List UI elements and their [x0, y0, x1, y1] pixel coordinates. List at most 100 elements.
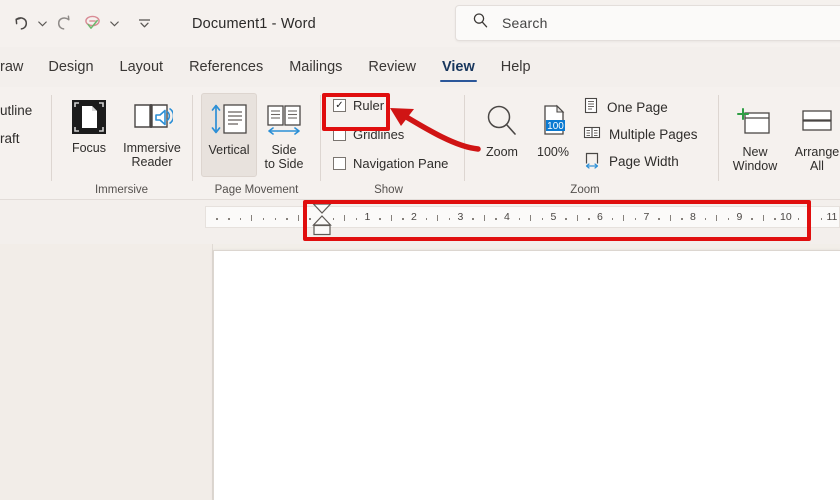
- search-icon: [472, 12, 489, 34]
- side-to-side-label-line1: Side: [271, 143, 297, 157]
- ruler-tick-minor: [402, 218, 404, 220]
- group-divider: [51, 95, 52, 181]
- tab-draw[interactable]: raw: [0, 47, 35, 87]
- zoom-100-percent-button[interactable]: 100 100%: [526, 99, 580, 159]
- group-label-immersive: Immersive: [94, 184, 149, 196]
- side-to-side-icon: [262, 97, 306, 139]
- ruler-tick-minor: [751, 218, 753, 220]
- customize-quick-access-toolbar-icon[interactable]: [130, 9, 158, 39]
- immersive-reader-label-line1: Immersive: [123, 141, 181, 155]
- ribbon-item-draft[interactable]: raft: [0, 131, 20, 146]
- tab-mailings[interactable]: Mailings: [276, 47, 355, 87]
- ribbon-group-immersive: Focus Immersive Reader Immersive: [56, 87, 187, 200]
- arrange-all-label-line2: All: [810, 159, 824, 173]
- ruler-tick-major: [297, 215, 299, 221]
- vertical-button[interactable]: Vertical: [201, 97, 257, 157]
- left-margin-pane: [0, 244, 213, 500]
- ribbon-group-window: New Window Arrange All: [724, 87, 840, 200]
- navigation-pane-checkbox[interactable]: [333, 157, 346, 170]
- left-indent-marker: [313, 224, 331, 236]
- ruler-tick-major: [809, 215, 811, 221]
- zoom-100-percent-icon: 100: [534, 99, 572, 141]
- side-to-side-label-line2: to Side: [264, 157, 304, 171]
- tab-layout[interactable]: Layout: [107, 47, 177, 87]
- first-line-indent-marker: [312, 203, 332, 214]
- tab-references[interactable]: References: [176, 47, 276, 87]
- vertical-page-movement-icon: [208, 97, 250, 139]
- ruler-tick-major: [530, 215, 532, 221]
- ribbon-tabs: raw Design Layout References Mailings Re…: [0, 47, 840, 87]
- ruler-tick-major: [623, 215, 625, 221]
- undo-dropdown-caret-icon[interactable]: [34, 9, 50, 39]
- ruler-tick-minor: [565, 218, 567, 220]
- group-divider: [320, 95, 321, 181]
- immersive-reader-icon: [131, 95, 173, 137]
- ruler-tick-major: [344, 215, 346, 221]
- undo-icon[interactable]: [6, 9, 34, 39]
- side-to-side-button[interactable]: Side to Side: [256, 97, 312, 171]
- one-page-icon: [583, 97, 599, 117]
- ruler-tick-minor: [448, 218, 451, 220]
- ruler-number: 9: [736, 211, 743, 223]
- indent-markers[interactable]: [310, 201, 340, 241]
- new-window-label-line1: New: [742, 145, 768, 159]
- ruler-number: 1: [364, 211, 371, 223]
- ruler-tick-minor: [216, 218, 218, 220]
- ruler-tick-minor: [425, 218, 428, 220]
- new-window-label-line2: Window: [732, 159, 778, 173]
- ruler-number: 10: [780, 211, 792, 223]
- search-box[interactable]: Search: [455, 5, 840, 41]
- document-page[interactable]: [213, 250, 840, 500]
- ruler-tick-minor: [797, 218, 800, 220]
- multiple-pages-icon: [583, 124, 601, 144]
- hanging-indent-marker: [312, 215, 332, 226]
- redo-icon[interactable]: [50, 9, 78, 39]
- ruler-tick-minor: [472, 218, 474, 220]
- arrange-all-icon: [797, 99, 837, 141]
- one-page-label: One Page: [607, 99, 668, 115]
- focus-mode-icon: [69, 95, 109, 137]
- ruler-tick-minor: [495, 218, 497, 220]
- tab-help[interactable]: Help: [488, 47, 544, 87]
- ruler-tick-minor: [611, 218, 614, 220]
- ruler-tick-major: [437, 215, 439, 221]
- ruler-tick-minor: [379, 218, 381, 220]
- ruler-tick-major: [251, 215, 253, 221]
- new-window-button[interactable]: New Window: [724, 99, 786, 173]
- arrange-all-button[interactable]: Arrange All: [786, 99, 840, 173]
- ribbon-item-outline[interactable]: utline: [0, 103, 32, 118]
- multiple-pages-button[interactable]: Multiple Pages: [583, 124, 698, 144]
- draft-label: raft: [0, 131, 20, 146]
- ruler-checkbox[interactable]: ✓: [333, 99, 346, 112]
- group-label-zoom: Zoom: [570, 184, 600, 196]
- ruler-tick-major: [669, 215, 671, 221]
- tab-view[interactable]: View: [429, 47, 488, 87]
- spelling-dropdown-caret-icon[interactable]: [106, 9, 122, 39]
- one-page-button[interactable]: One Page: [583, 97, 668, 117]
- ruler-tick-minor: [239, 218, 242, 220]
- immersive-reader-button[interactable]: Immersive Reader: [118, 95, 186, 169]
- arrange-all-label-line1: Arrange: [794, 145, 840, 159]
- group-label-show: Show: [374, 184, 403, 196]
- tab-review[interactable]: Review: [355, 47, 429, 87]
- ruler-tick-major: [390, 215, 392, 221]
- tab-design[interactable]: Design: [35, 47, 106, 87]
- page-width-label: Page Width: [609, 154, 679, 169]
- horizontal-ruler[interactable]: 1 2 3 4 5 6 7 8 9 10 11: [205, 206, 840, 228]
- ruler-tick-major: [483, 215, 485, 221]
- immersive-reader-label-line2: Reader: [131, 155, 173, 169]
- ruler-tick-major: [716, 215, 718, 221]
- group-divider: [718, 95, 719, 181]
- gridlines-checkbox[interactable]: [333, 128, 346, 141]
- ruler-tick-minor: [541, 218, 544, 220]
- ruler-tick-minor: [727, 218, 730, 220]
- svg-text:100: 100: [547, 121, 564, 132]
- ruler-tick-minor: [286, 218, 288, 220]
- focus-button[interactable]: Focus: [59, 95, 119, 155]
- focus-label: Focus: [71, 141, 107, 155]
- ruler-tick-minor: [274, 218, 276, 220]
- ruler-tick-minor: [681, 218, 683, 220]
- new-window-icon: [735, 99, 775, 141]
- spelling-check-icon[interactable]: [78, 9, 106, 39]
- page-width-button[interactable]: Page Width: [583, 151, 679, 172]
